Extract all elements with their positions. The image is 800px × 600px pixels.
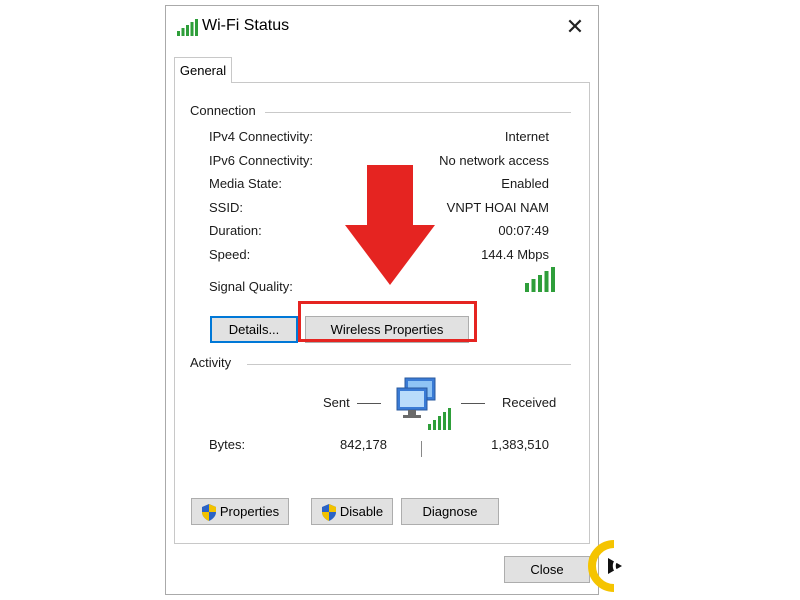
- activity-heading: Activity: [190, 355, 238, 370]
- close-button[interactable]: Close: [504, 556, 590, 583]
- ssid-value: VNPT HOAI NAM: [446, 200, 549, 215]
- received-label: Received: [502, 395, 557, 410]
- window-title: Wi-Fi Status: [202, 17, 290, 34]
- ipv4-label: IPv4 Connectivity:: [209, 129, 314, 144]
- disable-button[interactable]: Disable: [311, 498, 393, 525]
- ipv4-value: Internet: [504, 129, 549, 144]
- activity-divider-tick: [421, 441, 422, 457]
- properties-button-label: Properties: [219, 504, 280, 519]
- watermark-text: CAMERASONGAN: [612, 556, 788, 578]
- wifi-status-dialog: Wi-Fi Status ✕ General Connection IPv4 C…: [165, 5, 599, 595]
- speed-label: Speed:: [209, 247, 251, 262]
- shield-icon: [201, 504, 216, 522]
- duration-value: 00:07:49: [498, 223, 549, 238]
- shield-icon: [321, 504, 336, 522]
- wifi-signal-icon: [177, 19, 198, 36]
- media-state-value: Enabled: [501, 176, 549, 191]
- sent-dash: [357, 403, 381, 404]
- bytes-received-value: 1,383,510: [491, 437, 549, 452]
- bytes-sent-value: 842,178: [340, 437, 387, 452]
- disable-button-label: Disable: [339, 504, 384, 519]
- details-button[interactable]: Details...: [210, 316, 298, 343]
- signal-quality-icon: [525, 267, 555, 292]
- tab-general[interactable]: General: [174, 57, 232, 83]
- ssid-label: SSID:: [209, 200, 243, 215]
- annotation-highlight-box: [298, 301, 477, 342]
- close-icon[interactable]: ✕: [564, 16, 586, 38]
- received-dash: [461, 403, 485, 404]
- duration-label: Duration:: [209, 223, 262, 238]
- connection-heading: Connection: [190, 103, 262, 118]
- connection-divider: [265, 112, 571, 113]
- properties-button[interactable]: Properties: [191, 498, 289, 525]
- network-computers-icon: [396, 377, 451, 430]
- ipv6-value: No network access: [439, 153, 549, 168]
- media-state-label: Media State:: [209, 176, 282, 191]
- bytes-label: Bytes:: [209, 437, 246, 452]
- ipv6-label: IPv6 Connectivity:: [209, 153, 314, 168]
- title-bar: Wi-Fi Status ✕: [166, 6, 598, 50]
- activity-divider: [247, 364, 571, 365]
- speed-value: 144.4 Mbps: [481, 247, 549, 262]
- sent-label: Sent: [323, 395, 350, 410]
- red-arrow-icon: [345, 165, 435, 285]
- signal-quality-label: Signal Quality:: [209, 279, 293, 294]
- diagnose-button[interactable]: Diagnose: [401, 498, 499, 525]
